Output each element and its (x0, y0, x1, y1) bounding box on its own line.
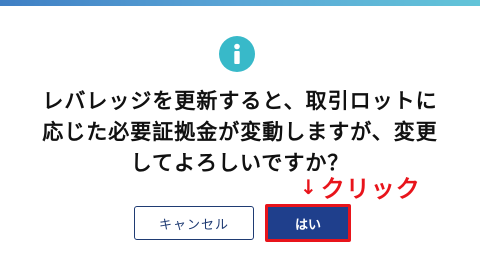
confirm-yes-button[interactable]: はい (265, 204, 351, 242)
page: レバレッジを更新すると、取引ロットに 応じた必要証拠金が変動しますが、変更 して… (0, 0, 480, 266)
info-icon (219, 36, 255, 72)
cancel-button[interactable]: キャンセル (134, 206, 254, 240)
top-gradient-bar (0, 0, 480, 6)
dialog-message-line-1: レバレッジを更新すると、取引ロットに (42, 89, 438, 113)
click-annotation-label: クリック (320, 175, 421, 203)
dialog-message: レバレッジを更新すると、取引ロットに 応じた必要証拠金が変動しますが、変更 して… (12, 86, 468, 179)
down-arrow-icon: ↓ (300, 175, 317, 199)
dialog-message-line-2: 応じた必要証拠金が変動しますが、変更 (42, 120, 438, 144)
click-annotation: ↓ クリック (300, 172, 421, 206)
